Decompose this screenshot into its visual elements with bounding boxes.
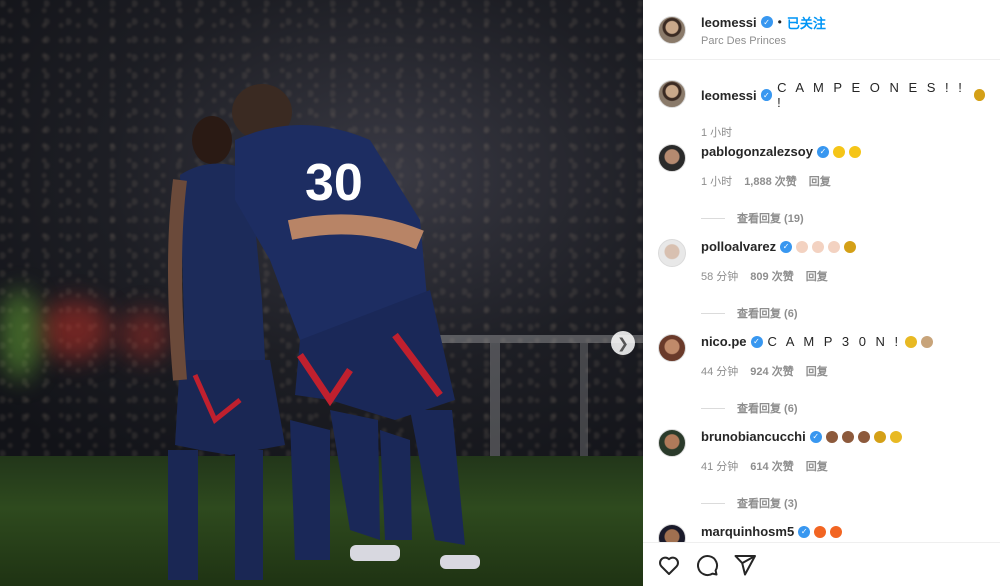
comment-author[interactable]: polloalvarez xyxy=(701,239,776,254)
comment-author[interactable]: brunobiancucchi xyxy=(701,429,806,444)
view-replies-label: 查看回复 (6) xyxy=(737,403,798,415)
reply-button[interactable]: 回复 xyxy=(806,268,828,284)
comment-item: nico.pe ✓ C A M P 3 0 N ! 44 分钟 924 次赞 回… xyxy=(658,334,985,416)
post-author[interactable]: leomessi xyxy=(701,15,757,30)
post-side-panel: leomessi ✓ • 已关注 Parc Des Princes leomes… xyxy=(643,0,1000,586)
view-replies-label: 查看回复 (19) xyxy=(737,213,804,225)
heart-icon[interactable] xyxy=(657,553,681,577)
comments-list[interactable]: leomessi ✓ C A M P E O N E S ! ! ! 1 小时 … xyxy=(643,60,1000,542)
trophy-icon xyxy=(973,89,985,101)
comment-author[interactable]: marquinhosm5 xyxy=(701,524,794,539)
post-actions xyxy=(643,542,1000,586)
avatar[interactable] xyxy=(658,144,686,172)
comment-likes[interactable]: 614 次赞 xyxy=(750,458,793,474)
view-replies-label: 查看回复 (6) xyxy=(737,308,798,320)
view-replies-button[interactable]: 查看回复 (6) xyxy=(701,400,933,416)
reply-button[interactable]: 回复 xyxy=(806,458,828,474)
reply-button[interactable]: 回复 xyxy=(806,363,828,379)
comment-time: 44 分钟 xyxy=(701,366,739,378)
follow-button[interactable]: 已关注 xyxy=(787,13,826,32)
medal-icon xyxy=(905,335,918,348)
comment-time: 41 分钟 xyxy=(701,461,739,473)
post-header: leomessi ✓ • 已关注 Parc Des Princes xyxy=(643,0,1000,60)
post-location[interactable]: Parc Des Princes xyxy=(701,35,826,47)
clap-icon xyxy=(828,240,841,253)
caption-time: 1 小时 xyxy=(701,127,733,139)
medal-icon xyxy=(889,430,902,443)
clap-icon xyxy=(841,430,854,443)
svg-text:30: 30 xyxy=(305,154,363,212)
caption: leomessi ✓ C A M P E O N E S ! ! ! 1 小时 xyxy=(658,80,985,140)
reply-button[interactable]: 回复 xyxy=(809,173,831,189)
verified-icon: ✓ xyxy=(760,16,773,28)
clap-icon xyxy=(812,240,825,253)
comment-likes[interactable]: 809 次赞 xyxy=(750,268,793,284)
comment-likes[interactable]: 924 次赞 xyxy=(750,363,793,379)
trophy-icon xyxy=(873,430,886,443)
comment-time: 1 小时 xyxy=(701,176,733,188)
clap-icon xyxy=(825,430,838,443)
comment-text: C A M P 3 0 N ! xyxy=(767,334,902,349)
avatar[interactable] xyxy=(658,239,686,267)
caption-author[interactable]: leomessi xyxy=(701,88,757,103)
fire-icon xyxy=(830,525,843,538)
comment-icon[interactable] xyxy=(695,553,719,577)
clap-icon xyxy=(857,430,870,443)
verified-icon: ✓ xyxy=(780,240,793,253)
verified-icon: ✓ xyxy=(750,335,763,348)
comment-item: marquinhosm5 ✓ xyxy=(658,524,985,542)
comment-time: 58 分钟 xyxy=(701,271,739,283)
goat-icon xyxy=(921,335,934,348)
verified-icon: ✓ xyxy=(816,145,829,158)
fire-icon xyxy=(814,525,827,538)
players-illustration: 30 xyxy=(168,84,480,580)
replies-divider xyxy=(701,502,725,504)
comment-author[interactable]: nico.pe xyxy=(701,334,747,349)
share-icon[interactable] xyxy=(733,553,757,577)
avatar[interactable] xyxy=(658,334,686,362)
avatar[interactable] xyxy=(658,429,686,457)
comment-likes[interactable]: 1,888 次赞 xyxy=(744,173,797,189)
chevron-right-icon: ❯ xyxy=(617,334,629,351)
clap-icon xyxy=(848,145,861,158)
comment-item: polloalvarez ✓ 58 分钟 809 次赞 回复 查看回复 (6) xyxy=(658,239,985,321)
replies-divider xyxy=(701,407,725,409)
view-replies-button[interactable]: 查看回复 (6) xyxy=(701,305,856,321)
verified-icon: ✓ xyxy=(760,89,773,101)
view-replies-label: 查看回复 (3) xyxy=(737,498,798,510)
next-photo-button[interactable]: ❯ xyxy=(611,331,635,355)
verified-icon: ✓ xyxy=(798,525,811,538)
avatar[interactable] xyxy=(658,80,686,108)
comment-item: brunobiancucchi ✓ 41 分钟 614 次赞 回复 查看回复 (… xyxy=(658,429,985,511)
replies-divider xyxy=(701,312,725,314)
post-photo[interactable]: 30 ❯ xyxy=(0,0,643,586)
separator-dot: • xyxy=(777,15,782,29)
avatar[interactable] xyxy=(658,15,686,44)
comment-item: pablogonzalezsoy ✓ 1 小时 1,888 次赞 回复 查看回复… xyxy=(658,144,985,226)
view-replies-button[interactable]: 查看回复 (19) xyxy=(701,210,861,226)
caption-text: C A M P E O N E S ! ! ! xyxy=(777,80,965,110)
replies-divider xyxy=(701,217,725,219)
player-hug: 30 xyxy=(232,84,480,569)
view-replies-button[interactable]: 查看回复 (3) xyxy=(701,495,902,511)
clap-icon xyxy=(832,145,845,158)
trophy-icon xyxy=(844,240,857,253)
verified-icon: ✓ xyxy=(809,430,822,443)
clap-icon xyxy=(796,240,809,253)
avatar[interactable] xyxy=(658,524,686,542)
comment-author[interactable]: pablogonzalezsoy xyxy=(701,144,813,159)
